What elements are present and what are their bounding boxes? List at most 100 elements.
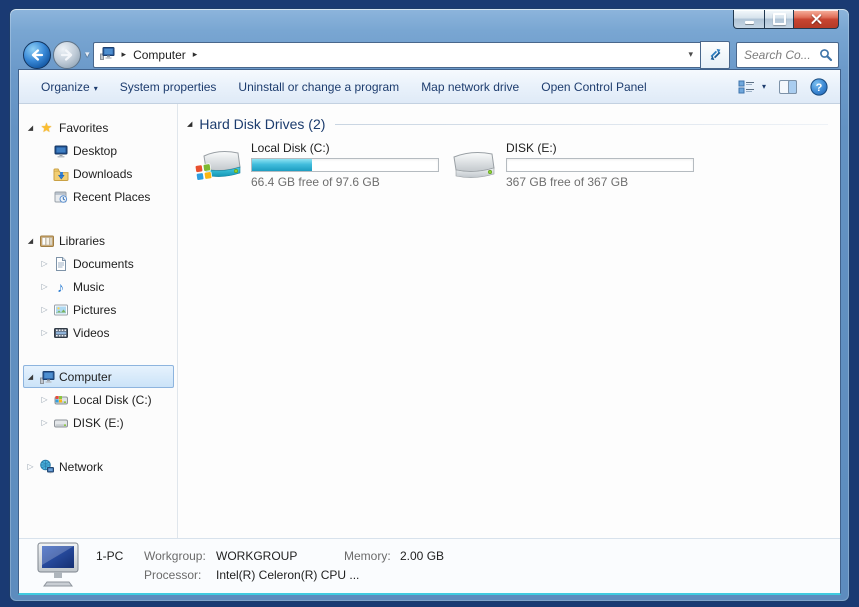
- client-area: Organize ▾ System properties Uninstall or…: [18, 69, 841, 595]
- expander-collapsed-icon[interactable]: ▷: [38, 395, 51, 404]
- computer-large-icon: [34, 541, 82, 592]
- content-area: ◢ ★ Favorites Desktop Downloads Recent P…: [19, 104, 840, 538]
- memory-value: 2.00 GB: [400, 549, 445, 563]
- explorer-window: ▾ ▸ Computer ▸ ▾ Organize▾: [9, 8, 850, 602]
- minimize-icon: [744, 21, 754, 24]
- drive-free-space: 367 GB free of 367 GB: [506, 175, 629, 189]
- help-button[interactable]: ?: [810, 77, 828, 96]
- favorites-star-icon: ★: [40, 119, 53, 135]
- expander-collapsed-icon[interactable]: ▷: [38, 305, 51, 314]
- sidebar-item-label: Network: [59, 459, 104, 474]
- expander-collapsed-icon[interactable]: ▷: [38, 282, 51, 291]
- hard-drive-icon: [448, 145, 500, 192]
- views-icon: [738, 80, 754, 93]
- forward-button[interactable]: [53, 40, 81, 69]
- sidebar-item-label: Documents: [73, 256, 134, 271]
- sidebar-item-disk-e[interactable]: ▷ DISK (E:): [23, 411, 174, 434]
- sidebar-item-computer[interactable]: ◢ Computer: [23, 365, 174, 388]
- group-expander-icon[interactable]: ◢: [187, 120, 192, 128]
- window-controls: [733, 10, 839, 29]
- minimize-button[interactable]: [733, 10, 765, 29]
- breadcrumb-separator-icon[interactable]: ▸: [122, 49, 127, 60]
- sidebar-item-network[interactable]: ▷ Network: [23, 455, 174, 478]
- address-bar[interactable]: ▸ Computer ▸ ▾: [92, 41, 700, 68]
- expander-expanded-icon[interactable]: ◢: [24, 124, 37, 132]
- sidebar-item-label: Videos: [73, 325, 110, 340]
- refresh-icon: [710, 48, 720, 61]
- refresh-button[interactable]: [700, 40, 730, 69]
- back-button[interactable]: [23, 40, 51, 69]
- sidebar-item-label: Computer: [59, 369, 112, 384]
- recent-pages-caret-icon[interactable]: ▾: [85, 49, 90, 60]
- computer-name: 1-PC: [96, 549, 124, 563]
- close-button[interactable]: [793, 10, 839, 29]
- disk-icon: [51, 415, 70, 431]
- details-pane: 1-PC Workgroup: WORKGROUP Memory: 2.00 G…: [19, 538, 840, 593]
- navigation-pane: ◢ ★ Favorites Desktop Downloads Recent P…: [19, 104, 177, 538]
- capacity-bar: [506, 158, 694, 172]
- memory-label: Memory:: [344, 549, 391, 563]
- sidebar-item-label: Favorites: [59, 120, 109, 135]
- organize-button[interactable]: Organize ▾: [41, 80, 98, 94]
- expander-collapsed-icon[interactable]: ▷: [38, 418, 51, 427]
- workgroup-label: Workgroup:: [144, 549, 206, 563]
- uninstall-program-button[interactable]: Uninstall or change a program: [238, 80, 399, 94]
- sidebar-item-favorites[interactable]: ◢ ★ Favorites: [23, 116, 174, 139]
- change-view-button[interactable]: ▾: [738, 80, 766, 94]
- drive-name: DISK (E:): [506, 141, 557, 155]
- sidebar-item-desktop[interactable]: Desktop: [23, 139, 174, 162]
- sidebar-item-recent-places[interactable]: Recent Places: [23, 185, 174, 208]
- sidebar-item-label: Local Disk (C:): [73, 392, 152, 407]
- sidebar-item-local-disk-c[interactable]: ▷ Local Disk (C:): [23, 388, 174, 411]
- desktop-icon: [51, 143, 70, 159]
- drive-free-space: 66.4 GB free of 97.6 GB: [251, 175, 380, 189]
- open-control-panel-button[interactable]: Open Control Panel: [541, 80, 646, 94]
- group-header[interactable]: ◢ Hard Disk Drives (2): [187, 116, 828, 132]
- drive-tiles: Local Disk (C:) 66.4 GB free of 97.6 GB: [193, 141, 828, 192]
- sidebar-item-music[interactable]: ▷ ♪ Music: [23, 275, 174, 298]
- sidebar-item-libraries[interactable]: ◢ Libraries: [23, 229, 174, 252]
- search-input[interactable]: [737, 47, 819, 62]
- details-spacer: [96, 567, 144, 584]
- expander-expanded-icon[interactable]: ◢: [24, 237, 37, 245]
- sidebar-item-pictures[interactable]: ▷ Pictures: [23, 298, 174, 321]
- help-icon: ?: [810, 77, 828, 96]
- maximize-button[interactable]: [765, 10, 793, 29]
- system-properties-button[interactable]: System properties: [120, 80, 217, 94]
- search-box: [736, 41, 839, 68]
- expander-collapsed-icon[interactable]: ▷: [38, 328, 51, 337]
- drive-name: Local Disk (C:): [251, 141, 330, 155]
- navigation-bar: ▾ ▸ Computer ▸ ▾: [18, 40, 841, 69]
- local-disk-icon: [51, 392, 70, 408]
- sidebar-item-documents[interactable]: ▷ Documents: [23, 252, 174, 275]
- expander-expanded-icon[interactable]: ◢: [24, 373, 37, 381]
- processor-value: Intel(R) Celeron(R) CPU ...: [216, 568, 360, 582]
- breadcrumb-item-computer[interactable]: Computer: [133, 48, 186, 62]
- documents-icon: [51, 256, 70, 272]
- sidebar-item-label: Recent Places: [73, 189, 151, 204]
- maximize-icon: [772, 13, 786, 25]
- expander-collapsed-icon[interactable]: ▷: [24, 462, 37, 471]
- drive-tile-local-disk-c[interactable]: Local Disk (C:) 66.4 GB free of 97.6 GB: [193, 141, 440, 192]
- sidebar-item-label: Music: [73, 279, 105, 294]
- search-icon[interactable]: [819, 48, 833, 62]
- address-dropdown-icon[interactable]: ▾: [688, 49, 693, 60]
- preview-pane-button[interactable]: [779, 79, 797, 94]
- group-header-rule: [335, 123, 828, 125]
- downloads-icon: [51, 166, 70, 182]
- sidebar-item-label: DISK (E:): [73, 415, 124, 430]
- map-network-drive-button[interactable]: Map network drive: [421, 80, 519, 94]
- sidebar-item-label: Desktop: [73, 143, 118, 158]
- expander-collapsed-icon[interactable]: ▷: [38, 259, 51, 268]
- organize-caret-icon: ▾: [93, 83, 98, 93]
- capacity-bar-fill: [252, 159, 312, 171]
- close-icon: [810, 13, 823, 26]
- computer-icon: [99, 45, 115, 64]
- breadcrumb-separator-icon[interactable]: ▸: [193, 49, 198, 60]
- forward-arrow-icon: [60, 48, 73, 61]
- computer-icon: [37, 369, 56, 385]
- drive-tile-disk-e[interactable]: DISK (E:) 367 GB free of 367 GB: [448, 141, 695, 192]
- sidebar-item-downloads[interactable]: Downloads: [23, 162, 174, 185]
- sidebar-item-videos[interactable]: ▷ Videos: [23, 321, 174, 344]
- network-icon: [37, 459, 56, 475]
